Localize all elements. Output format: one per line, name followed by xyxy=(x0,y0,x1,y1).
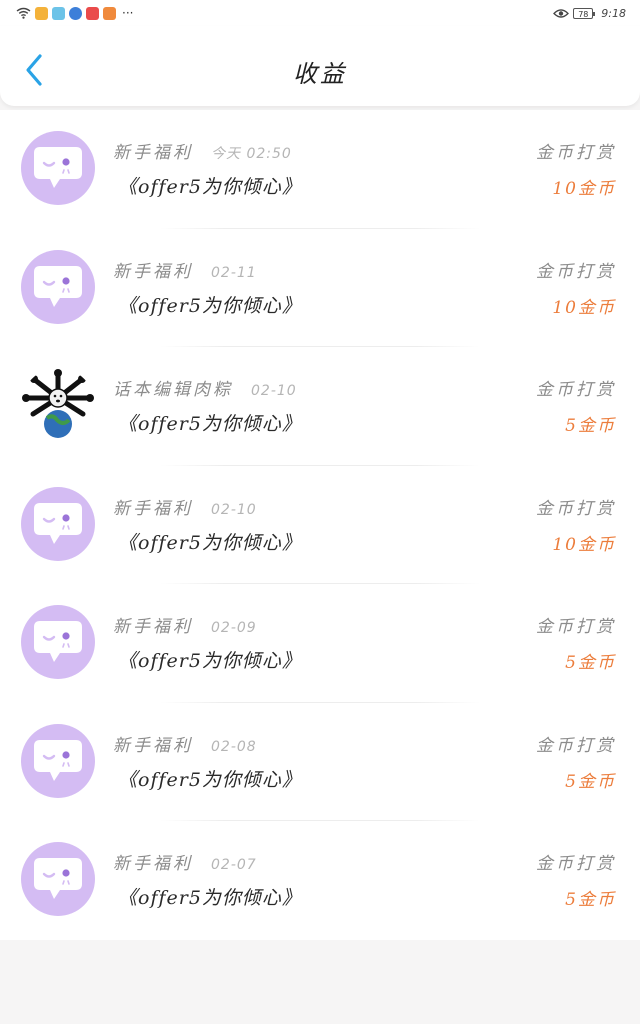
record-date: 02-08 xyxy=(211,738,257,755)
avatar[interactable] xyxy=(21,368,95,442)
record-date: 02-11 xyxy=(211,264,257,281)
reward-amount: 10金币 xyxy=(552,179,616,199)
book-title: 《offer5为你倾心》 xyxy=(118,176,302,198)
status-bar: ··· 78 9:18 xyxy=(0,0,640,26)
book-title: 《offer5为你倾心》 xyxy=(118,650,302,672)
sender-name: 新手福利 xyxy=(113,143,193,163)
sender-name: 新手福利 xyxy=(113,617,193,637)
reward-amount: 5金币 xyxy=(565,416,616,436)
sender-line: 话本编辑肉粽 02-10 xyxy=(113,375,297,400)
reward-amount: 5金币 xyxy=(565,771,616,792)
sender-name: 新手福利 xyxy=(113,854,193,874)
photos-app-icon xyxy=(52,6,65,20)
sender-line: 新手福利 02-10 xyxy=(113,494,257,519)
book-title: 《offer5为你倾心》 xyxy=(118,887,302,909)
avatar[interactable] xyxy=(21,842,95,916)
reward-type: 金币打赏 xyxy=(536,854,616,874)
record-date: 02-10 xyxy=(211,501,257,518)
sender-line: 新手福利 02-08 xyxy=(113,731,257,756)
book-title: 《offer5为你倾心》 xyxy=(118,768,302,791)
status-icons-right: 78 9:18 xyxy=(553,7,626,20)
sender-line: 新手福利 02-07 xyxy=(113,849,257,874)
browser-app-icon xyxy=(69,6,82,20)
list-item-6[interactable]: 新手福利 02-08 《offer5为你倾心》 金币打赏 5金币 xyxy=(0,703,640,821)
book-title: 《offer5为你倾心》 xyxy=(118,531,302,554)
book-title: 《offer5为你倾心》 xyxy=(118,294,302,317)
chat-bubble-icon xyxy=(34,265,82,307)
reward-type: 金币打赏 xyxy=(536,498,616,519)
earnings-page: ··· 78 9:18 收益 新手福利 今天 02:50 《offer5为你倾心… xyxy=(0,0,640,1024)
sender-name: 新手福利 xyxy=(113,498,193,519)
reward-type: 金币打赏 xyxy=(536,617,616,637)
list-item-4[interactable]: 新手福利 02-10 《offer5为你倾心》 金币打赏 10金币 xyxy=(0,466,640,584)
reward-amount: 5金币 xyxy=(565,653,616,673)
record-date: 02-07 xyxy=(211,857,257,873)
chat-bubble-icon xyxy=(34,739,82,781)
avatar[interactable] xyxy=(21,486,95,561)
wifi-icon xyxy=(16,7,31,19)
record-date: 今天 02:50 xyxy=(211,146,292,162)
page-title: 收益 xyxy=(293,60,347,88)
sender-name: 新手福利 xyxy=(113,735,193,756)
sender-name: 话本编辑肉粽 xyxy=(113,380,233,400)
reward-type: 金币打赏 xyxy=(536,261,616,282)
more-notifications-icon: ··· xyxy=(122,6,134,20)
reward-amount: 5金币 xyxy=(565,890,616,910)
list-item-7[interactable]: 新手福利 02-07 《offer5为你倾心》 金币打赏 5金币 xyxy=(0,821,640,940)
reward-type: 金币打赏 xyxy=(536,735,616,756)
battery-icon: 78 xyxy=(573,7,596,19)
list-item-5[interactable]: 新手福利 02-09 《offer5为你倾心》 金币打赏 5金币 xyxy=(0,584,640,703)
notes-app-icon xyxy=(103,6,116,20)
avatar[interactable] xyxy=(21,131,95,205)
sender-line: 新手福利 02-11 xyxy=(113,257,257,282)
reward-amount: 10金币 xyxy=(552,297,616,318)
eye-comfort-icon xyxy=(553,8,570,19)
avatar[interactable] xyxy=(21,249,95,324)
reward-type: 金币打赏 xyxy=(536,143,616,163)
record-date: 02-09 xyxy=(211,620,257,636)
clock: 9:18 xyxy=(601,6,626,20)
avatar[interactable] xyxy=(21,723,95,798)
book-title: 《offer5为你倾心》 xyxy=(118,413,302,435)
record-date: 02-10 xyxy=(251,383,297,399)
chat-bubble-icon xyxy=(34,502,82,544)
list-item-3[interactable]: 话本编辑肉粽 02-10 《offer5为你倾心》 金币打赏 5金币 xyxy=(0,347,640,466)
sender-line: 新手福利 02-09 xyxy=(113,612,257,637)
chat-bubble-icon xyxy=(34,858,82,899)
avatar[interactable] xyxy=(21,605,95,679)
reward-type: 金币打赏 xyxy=(536,380,616,400)
list-item-2[interactable]: 新手福利 02-11 《offer5为你倾心》 金币打赏 10金币 xyxy=(0,229,640,347)
reward-amount: 10金币 xyxy=(552,534,616,555)
video-app-icon xyxy=(86,6,99,20)
weibo-app-icon xyxy=(35,6,48,20)
sender-name: 新手福利 xyxy=(113,261,193,282)
sender-line: 新手福利 今天 02:50 xyxy=(113,138,292,163)
list-item-1[interactable]: 新手福利 今天 02:50 《offer5为你倾心》 金币打赏 10金币 xyxy=(0,110,640,229)
chat-bubble-icon xyxy=(34,147,82,188)
header: 收益 xyxy=(0,26,640,106)
custom-meme-avatar-icon xyxy=(22,369,94,438)
earnings-list: 新手福利 今天 02:50 《offer5为你倾心》 金币打赏 10金币 新手福… xyxy=(0,110,640,940)
status-icons-left: ··· xyxy=(16,6,134,20)
chat-bubble-icon xyxy=(34,621,82,662)
